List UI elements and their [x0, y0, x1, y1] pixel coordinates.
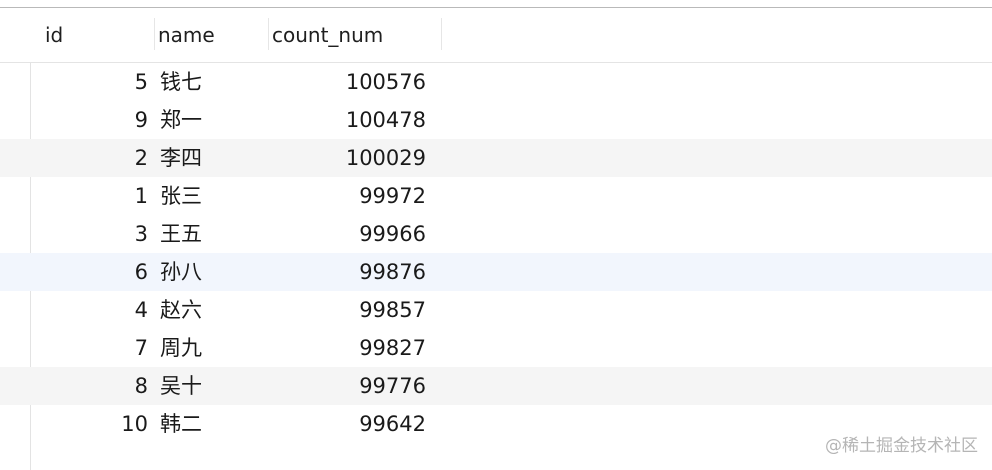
cell-count-num[interactable]: 100029 — [290, 139, 426, 177]
cell-name[interactable]: 周九 — [160, 329, 260, 367]
cell-count-num[interactable]: 99966 — [290, 215, 426, 253]
cell-id[interactable]: 3 — [100, 215, 148, 253]
cell-name[interactable]: 吴十 — [160, 367, 260, 405]
table-row[interactable]: 2 李四 100029 — [0, 139, 992, 177]
watermark: @稀土掘金技术社区 — [825, 436, 978, 456]
table-row[interactable]: 5 钱七 100576 — [0, 63, 992, 101]
table-row[interactable]: 6 孙八 99876 — [0, 253, 992, 291]
cell-name[interactable]: 钱七 — [160, 63, 260, 101]
cell-count-num[interactable]: 99776 — [290, 367, 426, 405]
cell-id[interactable]: 8 — [100, 367, 148, 405]
cell-name[interactable]: 王五 — [160, 215, 260, 253]
column-header-name[interactable]: name — [155, 8, 268, 62]
cell-name[interactable]: 李四 — [160, 139, 260, 177]
cell-id[interactable]: 2 — [100, 139, 148, 177]
table-row[interactable]: 4 赵六 99857 — [0, 291, 992, 329]
table-row[interactable]: 8 吴十 99776 — [0, 367, 992, 405]
cell-id[interactable]: 9 — [100, 101, 148, 139]
cell-name[interactable]: 张三 — [160, 177, 260, 215]
cell-count-num[interactable]: 99857 — [290, 291, 426, 329]
cell-name[interactable]: 赵六 — [160, 291, 260, 329]
cell-count-num[interactable]: 99827 — [290, 329, 426, 367]
cell-name[interactable]: 郑一 — [160, 101, 260, 139]
cell-count-num[interactable]: 99876 — [290, 253, 426, 291]
cell-id[interactable]: 10 — [100, 405, 148, 443]
cell-id[interactable]: 5 — [100, 63, 148, 101]
cell-count-num[interactable]: 100478 — [290, 101, 426, 139]
cell-name[interactable]: 韩二 — [160, 405, 260, 443]
cell-count-num[interactable]: 99642 — [290, 405, 426, 443]
column-header-id[interactable]: id — [42, 8, 154, 62]
column-header-count-num[interactable]: count_num — [269, 8, 441, 62]
cell-name[interactable]: 孙八 — [160, 253, 260, 291]
table-row[interactable]: 3 王五 99966 — [0, 215, 992, 253]
cell-id[interactable]: 1 — [100, 177, 148, 215]
table-body: 5 钱七 100576 9 郑一 100478 2 李四 100029 1 张三… — [0, 63, 992, 443]
table-row[interactable]: 1 张三 99972 — [0, 177, 992, 215]
cell-id[interactable]: 6 — [100, 253, 148, 291]
window-top-edge — [0, 0, 992, 8]
cell-id[interactable]: 7 — [100, 329, 148, 367]
table-header: id name count_num — [0, 8, 992, 63]
cell-count-num[interactable]: 100576 — [290, 63, 426, 101]
cell-id[interactable]: 4 — [100, 291, 148, 329]
table-row[interactable]: 9 郑一 100478 — [0, 101, 992, 139]
column-resize-handle-count-num[interactable] — [441, 18, 442, 50]
cell-count-num[interactable]: 99972 — [290, 177, 426, 215]
table-row[interactable]: 7 周九 99827 — [0, 329, 992, 367]
